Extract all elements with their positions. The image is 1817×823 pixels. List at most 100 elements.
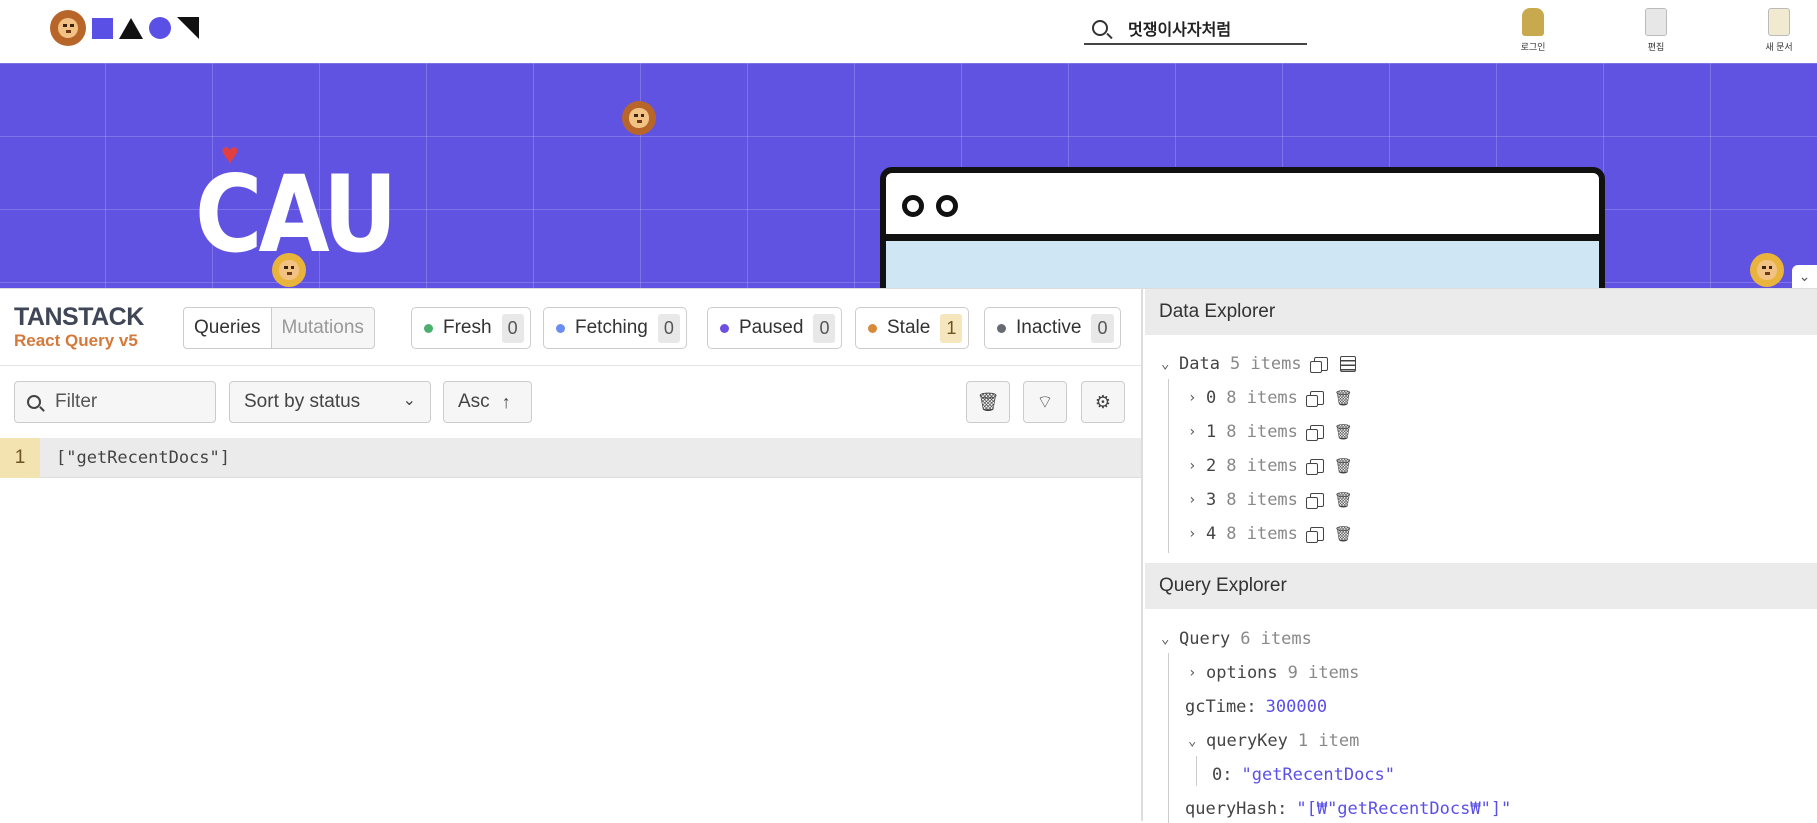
lion-icon [272,253,306,287]
status-dot [556,323,565,333]
data-root-node[interactable]: ⌄ Data 5 items [1161,351,1356,377]
chevron-right-icon: › [1188,665,1197,681]
chevron-right-icon: › [1188,390,1197,406]
querykey-node[interactable]: ⌄ queryKey 1 item [1188,728,1359,754]
lion-icon [622,101,656,135]
node-label: 0 [1206,388,1217,408]
querykey-item: 0: "getRecentDocs" [1212,762,1395,788]
field-value: "[₩"getRecentDocs₩"]" [1296,799,1512,819]
sort-order-button[interactable]: Asc ↑ [443,381,532,423]
copy-icon[interactable] [1309,357,1328,373]
chevron-right-icon: › [1188,458,1197,474]
node-label: queryKey [1206,731,1288,751]
node-count: 8 items [1226,422,1298,442]
login-button[interactable]: 로그인 [1503,6,1563,53]
node-count: 8 items [1226,524,1298,544]
react-query-devtools: TANSTACK React Query v5 Queries Mutation… [0,288,1817,823]
sort-select[interactable]: Sort by status ⌄ [229,381,431,423]
hero-banner: ♥ CAU [0,63,1817,288]
search-icon [1092,19,1108,36]
node-label: Data [1179,354,1220,374]
view-toggle: Queries Mutations [183,307,375,349]
node-count: 8 items [1226,456,1298,476]
status-badge-fresh[interactable]: Fresh 0 [411,307,531,349]
arrow-up-icon: ↑ [501,391,511,412]
login-label: 로그인 [1520,42,1546,52]
status-label: Inactive [1016,317,1082,338]
queryhash-field: queryHash: "[₩"getRecentDocs₩"]" [1185,796,1511,822]
trash-icon[interactable]: 🗑 [1334,457,1353,475]
copy-icon[interactable] [1305,459,1324,475]
status-badge-paused[interactable]: Paused 0 [707,307,843,349]
field-value: 300000 [1265,697,1328,717]
node-label: 2 [1206,456,1217,476]
brand-title: TANSTACK [14,303,144,331]
edit-button[interactable]: 편집 [1626,6,1686,53]
site-search-input[interactable]: 멋쟁이사자처럼 [1084,12,1307,45]
query-row[interactable]: 1 ["getRecentDocs"] [0,437,1141,478]
list-icon[interactable] [1339,356,1356,372]
data-item-node[interactable]: › 1 8 items 🗑 [1188,419,1353,445]
node-label: Query [1179,629,1231,649]
mock-offline-button[interactable]: ⌔ [1023,381,1067,423]
status-label: Fetching [575,317,648,338]
status-count: 0 [1091,313,1114,343]
clear-cache-button[interactable]: 🗑 [966,381,1010,423]
data-item-node[interactable]: › 0 8 items 🗑 [1188,385,1353,411]
node-count: 8 items [1226,490,1298,510]
tab-mutations[interactable]: Mutations [272,308,374,348]
chevron-right-icon: › [1188,492,1197,508]
chevron-down-icon: ⌄ [1798,268,1811,284]
options-node[interactable]: › options 9 items [1188,660,1359,686]
status-dot [868,323,877,333]
copy-icon[interactable] [1305,493,1324,509]
chevron-down-icon: ⌄ [1188,733,1197,749]
new-document-icon [1768,8,1790,36]
devtools-brand[interactable]: TANSTACK React Query v5 [14,303,144,351]
copy-icon[interactable] [1305,391,1324,407]
trash-icon[interactable]: 🗑 [1334,525,1353,543]
search-text: 멋쟁이사자처럼 [1128,21,1232,39]
field-label: 0: [1212,765,1233,785]
trash-icon[interactable]: 🗑 [1334,423,1353,441]
node-count: 5 items [1229,354,1302,374]
trash-icon[interactable]: 🗑 [1334,389,1353,407]
query-details-panel: Data Explorer ⌄ Data 5 items › 0 8 items… [1145,289,1817,823]
data-item-node[interactable]: › 3 8 items 🗑 [1188,487,1353,513]
status-badge-fetching[interactable]: Fetching 0 [543,307,687,349]
status-label: Paused [739,317,804,338]
status-label: Fresh [443,317,492,338]
data-item-node[interactable]: › 4 8 items 🗑 [1188,521,1353,547]
data-item-node[interactable]: › 2 8 items 🗑 [1188,453,1353,479]
sort-label: Sort by status [244,391,361,412]
lion-icon [1750,253,1784,287]
data-explorer-header: Data Explorer [1145,289,1817,335]
status-badge-stale[interactable]: Stale 1 [855,307,970,349]
collapse-devtools-button[interactable]: ⌄ [1792,265,1817,288]
brand-subtitle: React Query v5 [14,331,138,350]
chevron-right-icon: › [1188,424,1197,440]
settings-button[interactable]: ⚙ [1081,381,1125,423]
node-label: 1 [1206,422,1217,442]
query-root-node[interactable]: ⌄ Query 6 items [1161,626,1312,652]
observer-count: 1 [0,437,40,478]
node-count: 6 items [1240,629,1312,649]
trash-icon[interactable]: 🗑 [1334,491,1353,509]
status-badge-inactive[interactable]: Inactive 0 [984,307,1121,349]
status-dot [424,323,433,333]
filter-input[interactable]: Filter [14,381,216,423]
node-label: 3 [1206,490,1217,510]
gear-icon: ⚙ [1094,391,1112,412]
chevron-down-icon: ⌄ [1161,356,1170,372]
field-label: gcTime: [1185,697,1257,717]
chevron-down-icon: ⌄ [402,392,416,409]
tab-queries[interactable]: Queries [184,308,272,348]
copy-icon[interactable] [1305,425,1324,441]
status-count: 1 [940,313,963,343]
node-label: options [1206,663,1278,683]
query-key: ["getRecentDocs"] [56,447,230,468]
new-doc-button[interactable]: 새 문서 [1749,6,1809,53]
copy-icon[interactable] [1305,527,1324,543]
site-logo[interactable] [50,10,199,46]
node-count: 1 item [1297,731,1360,751]
